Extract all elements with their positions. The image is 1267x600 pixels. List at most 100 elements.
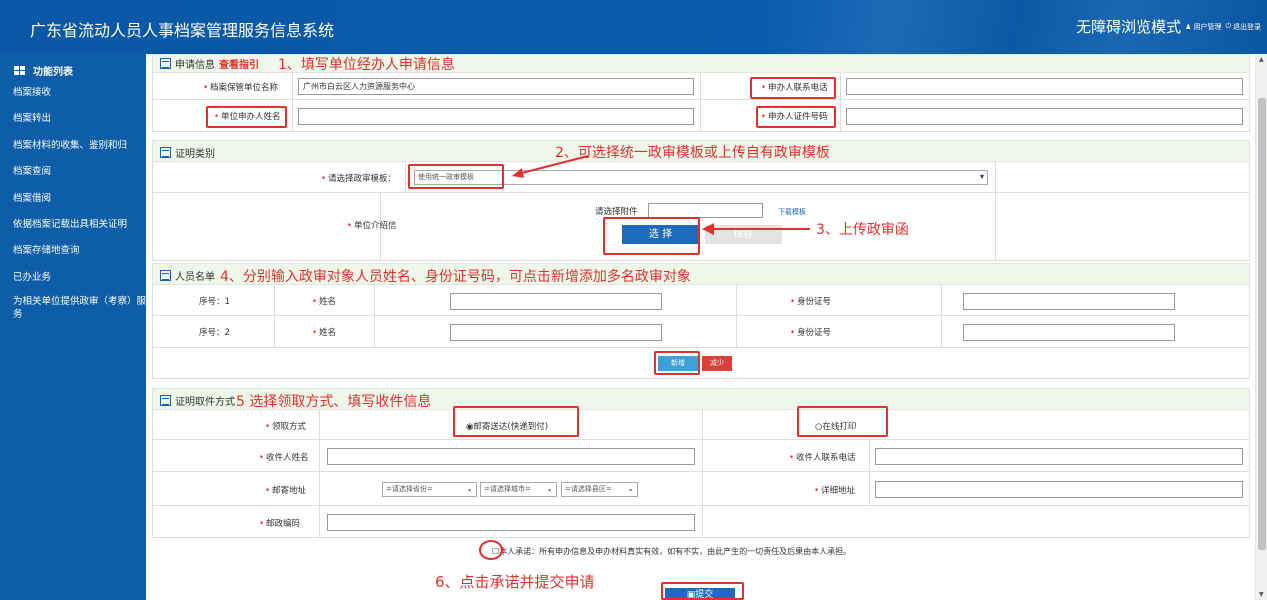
chevron-down-icon: ⌄ — [627, 484, 634, 493]
section-title: 证明类别 — [175, 149, 215, 160]
detail-address-label: • 详细地址 — [814, 486, 856, 496]
chevron-down-icon: ▾ — [979, 172, 984, 181]
handler-name-field[interactable] — [298, 108, 694, 125]
header-actions: 无障碍浏览模式 ♟ 用户管理 ⏻ 退出登录 — [1076, 16, 1261, 37]
annotation-step4: 4、分别输入政审对象人员姓名、身份证号码，可点击新增添加多名政审对象 — [220, 269, 691, 285]
form-icon — [160, 58, 171, 69]
scroll-thumb[interactable] — [1258, 98, 1266, 550]
method-label: • 领取方式 — [265, 422, 307, 432]
highlight-id — [756, 106, 836, 128]
sequence-number: 序号：2 — [199, 328, 230, 338]
address-label: • 邮寄地址 — [265, 486, 307, 496]
highlight-template — [408, 164, 504, 189]
id-label: • 身份证号 — [790, 297, 832, 307]
form-row: • 收件人姓名 • 收件人联系电话 — [152, 440, 1250, 472]
chevron-down-icon: ⌄ — [466, 484, 473, 493]
main-form: 申请信息 查看指引 1、填写单位经办人申请信息 • 档案保管单位名称 广州市白云区… — [152, 54, 1250, 600]
download-template-link[interactable]: 下载模板 — [778, 207, 806, 217]
annotation-step1: 1、填写单位经办人申请信息 — [278, 57, 455, 73]
annotation-step2: 2、可选择统一政审模板或上传自有政审模板 — [555, 145, 830, 161]
grid-icon — [14, 65, 25, 75]
chevron-down-icon: ⌄ — [546, 484, 553, 493]
person-id-field[interactable] — [963, 293, 1175, 310]
sidebar-item-political-review[interactable]: 为相关单位提供政审（考察）服务 — [0, 291, 146, 327]
attachment-field[interactable] — [648, 203, 763, 218]
recipient-phone-field[interactable] — [875, 448, 1243, 465]
highlight-mail — [453, 406, 579, 437]
person-id-field[interactable] — [963, 324, 1175, 341]
logout-link[interactable]: ⏻ 退出登录 — [1225, 22, 1261, 32]
form-icon — [160, 395, 171, 406]
recipient-name-label: • 收件人姓名 — [259, 453, 309, 463]
accessibility-mode-link[interactable]: 无障碍浏览模式 — [1076, 16, 1181, 37]
form-row: • 请选择政审模板： 使用统一政审模板 ▾ — [152, 162, 1250, 193]
arrow-icon — [702, 223, 810, 235]
form-row: • 领取方式 ◉邮寄送达(快递到付) ○在线打印 — [152, 410, 1250, 440]
county-select[interactable]: =请选择县区= ⌄ — [561, 482, 638, 497]
id-label: • 身份证号 — [790, 328, 832, 338]
scroll-up-icon[interactable]: ▲ — [1259, 56, 1264, 63]
form-row — [152, 348, 1250, 379]
commitment-checkbox[interactable]: ☐本人承诺：所有申办信息及申办材料真实有效，如有不实，由此产生的一切责任及后果由… — [492, 546, 851, 557]
applicant-phone-field[interactable] — [846, 78, 1243, 95]
person-name-field[interactable] — [450, 293, 662, 310]
recipient-name-field[interactable] — [327, 448, 695, 465]
sidebar-item-done[interactable]: 已办业务 — [0, 265, 146, 291]
highlight-select — [603, 217, 700, 255]
section-title: 证明取件方式 — [175, 397, 235, 408]
guide-link[interactable]: 查看指引 — [219, 56, 259, 71]
form-row: • 邮寄地址 =请选择省份= ⌄ =请选择城市= ⌄ =请选择县区= ⌄ • 详细地址 — [152, 472, 1250, 506]
province-select[interactable]: =请选择省份= ⌄ — [382, 482, 477, 497]
form-row: • 档案保管单位名称 广州市白云区人力资源服务中心 • 申办人联系电话 — [152, 73, 1250, 100]
highlight-handler — [206, 106, 287, 128]
highlight-add — [654, 351, 700, 375]
city-select[interactable]: =请选择城市= ⌄ — [480, 482, 557, 497]
person-name-field[interactable] — [450, 324, 662, 341]
sidebar-item-storage-query[interactable]: 档案存储地查询 — [0, 238, 146, 264]
name-label: • 姓名 — [312, 297, 337, 307]
sidebar-item-material-collect[interactable]: 档案材料的收集、鉴别和归 — [0, 133, 146, 159]
letter-label: • 单位介绍信 — [347, 221, 397, 231]
recipient-phone-label: • 收件人联系电话 — [789, 453, 856, 463]
archive-unit-label: • 档案保管单位名称 — [203, 83, 279, 93]
table-row: 序号：2 • 姓名 • 身份证号 — [152, 316, 1250, 348]
user-management-link[interactable]: ♟ 用户管理 — [1185, 22, 1221, 32]
form-row: • 邮政编码 — [152, 506, 1250, 538]
sidebar-item-certificate[interactable]: 依据档案记载出具相关证明 — [0, 212, 146, 238]
annotation-step3: 3、上传政审函 — [816, 222, 909, 238]
form-row: • 单位申办人姓名 • 申办人证件号码 — [152, 100, 1250, 132]
template-label: • 请选择政审模板： — [321, 174, 397, 184]
section-title: 人员名单 — [175, 272, 215, 283]
user-icon: ♟ — [1185, 22, 1192, 31]
system-title: 广东省流动人员人事档案管理服务信息系统 — [30, 21, 335, 40]
sidebar: 功能列表 档案接收 档案转出 档案材料的收集、鉴别和归 档案查阅 档案借阅 依据… — [0, 54, 146, 600]
sidebar-item-archive-receive[interactable]: 档案接收 — [0, 80, 146, 106]
scroll-down-icon[interactable]: ▼ — [1259, 591, 1264, 598]
applicant-id-field[interactable] — [846, 108, 1243, 125]
name-label: • 姓名 — [312, 328, 337, 338]
highlight-phone — [750, 77, 836, 99]
top-header: 广东省流动人员人事档案管理服务信息系统 无障碍浏览模式 ♟ 用户管理 ⏻ 退出登… — [0, 0, 1267, 54]
archive-unit-field[interactable]: 广州市白云区人力资源服务中心 — [298, 78, 694, 95]
table-row: 序号：1 • 姓名 • 身份证号 — [152, 285, 1250, 316]
zip-code-field[interactable] — [327, 514, 695, 531]
section-title: 申请信息 — [175, 60, 215, 71]
detail-address-field[interactable] — [875, 481, 1243, 498]
zip-label: • 邮政编码 — [259, 519, 301, 529]
form-icon — [160, 270, 171, 281]
sidebar-item-archive-consult[interactable]: 档案查阅 — [0, 159, 146, 185]
highlight-submit — [661, 582, 744, 600]
highlight-print — [797, 406, 888, 437]
power-icon: ⏻ — [1225, 22, 1231, 30]
annotation-step6: 6、点击承诺并提交申请 — [435, 573, 595, 591]
sequence-number: 序号：1 — [199, 297, 230, 307]
arrow-icon — [512, 155, 589, 178]
sidebar-header: 功能列表 — [0, 54, 146, 80]
remove-person-button[interactable]: 减少 — [702, 356, 732, 371]
highlight-commit — [479, 540, 503, 560]
sidebar-item-archive-transfer[interactable]: 档案转出 — [0, 106, 146, 132]
attachment-label: 请选择附件 — [595, 207, 638, 217]
sidebar-item-archive-borrow[interactable]: 档案借阅 — [0, 186, 146, 212]
vertical-scrollbar[interactable]: ▲ ▼ — [1255, 54, 1267, 600]
annotation-step5: 5 选择领取方式、填写收件信息 — [236, 394, 432, 410]
